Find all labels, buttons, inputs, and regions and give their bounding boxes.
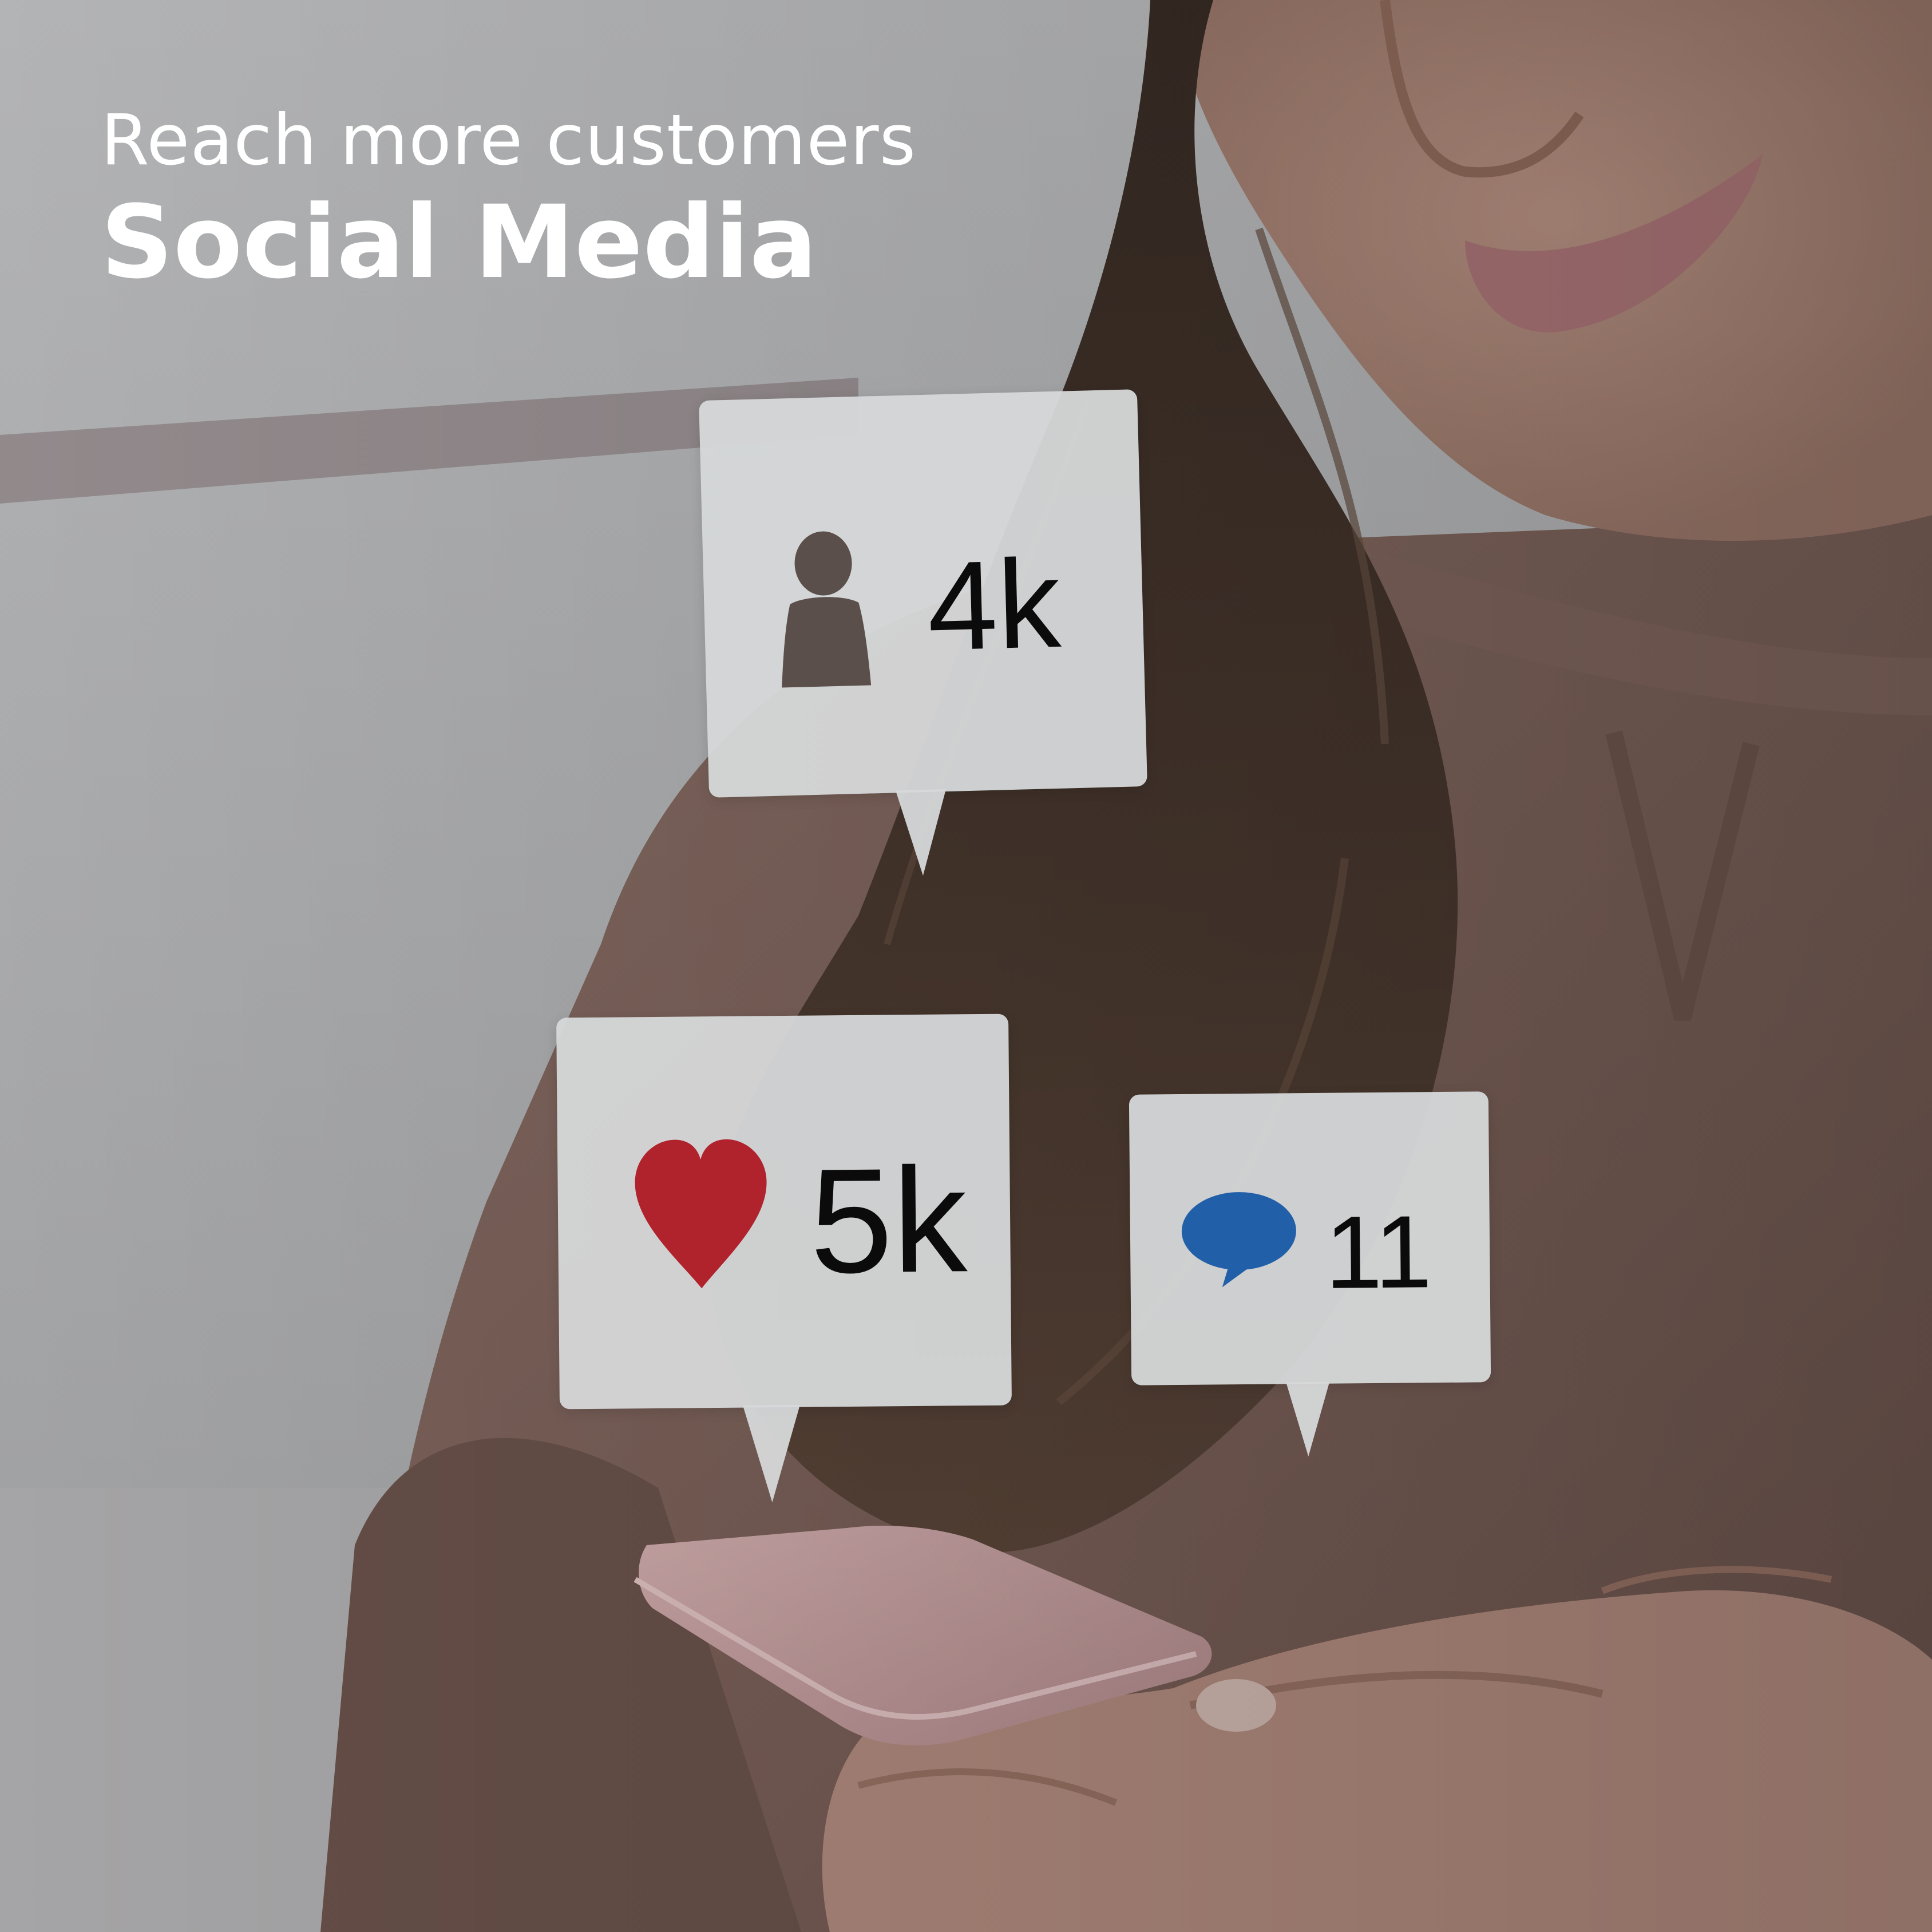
comments-bubble: 11 (1129, 1091, 1491, 1457)
comments-count: 11 (1324, 1194, 1432, 1311)
social-media-ad: Reach more customers Social Media 4k 5k … (0, 0, 1932, 1932)
headline-title: Social Media (101, 184, 818, 301)
bubble-tail (1286, 1381, 1331, 1457)
heart-icon (635, 1139, 767, 1289)
speech-bubble-icon (1181, 1192, 1296, 1288)
bubble-tail (895, 789, 948, 877)
headline-subtitle: Reach more customers (101, 100, 917, 181)
bubble-tail (742, 1404, 801, 1503)
likes-count: 5k (809, 1137, 968, 1305)
likes-bubble: 5k (556, 1013, 1012, 1503)
followers-bubble: 4k (699, 389, 1147, 877)
followers-count: 4k (925, 532, 1063, 677)
headline: Reach more customers Social Media (101, 97, 916, 300)
user-icon (782, 531, 872, 688)
